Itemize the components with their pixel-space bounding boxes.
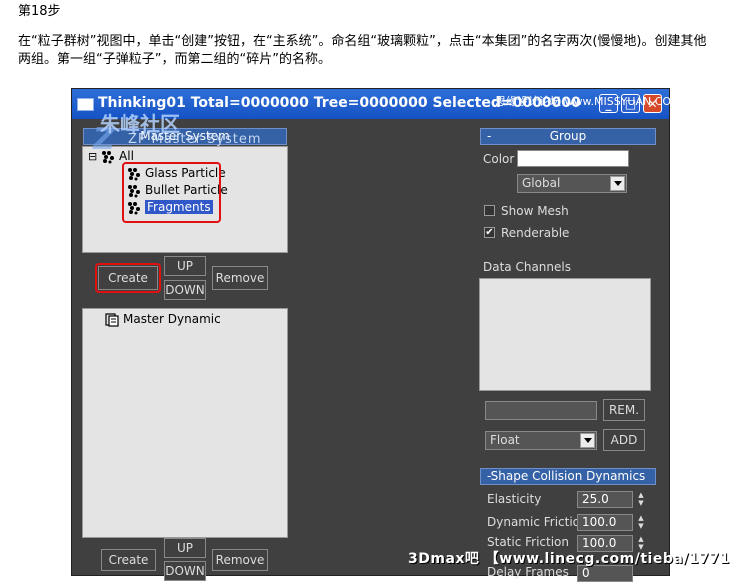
up-dynamic-button[interactable]: UP	[164, 538, 206, 558]
add-button[interactable]: ADD	[603, 429, 645, 451]
step-heading: 第18步	[18, 4, 61, 19]
show-mesh-label: Show Mesh	[501, 204, 569, 218]
rollout-toggle[interactable]: -	[487, 469, 491, 484]
remove-button[interactable]: Remove	[212, 266, 268, 290]
dynamic-icon	[105, 312, 119, 327]
data-channels-list[interactable]	[479, 278, 651, 391]
show-mesh-checkbox[interactable]	[484, 205, 495, 216]
tree-item-master-dynamic[interactable]: Master Dynamic	[105, 312, 221, 327]
dynamic-friction-label: Dynamic Friction	[487, 515, 588, 529]
chevron-down-icon[interactable]	[580, 433, 595, 448]
color-swatch[interactable]	[517, 150, 629, 167]
rem-button[interactable]: REM.	[603, 399, 645, 421]
linecg-watermark: 3Dmax吧 【www.linecg.com/tieba/1771】	[408, 551, 731, 567]
remove-dynamic-button[interactable]: Remove	[212, 549, 268, 571]
down-dynamic-button[interactable]: DOWN	[164, 561, 206, 581]
global-select-value: Global	[522, 176, 561, 190]
up-button[interactable]: UP	[164, 256, 206, 276]
group-rollout-header[interactable]: - Group	[480, 128, 656, 145]
tree-item-label: Master Dynamic	[123, 312, 221, 326]
chevron-down-icon[interactable]	[610, 176, 625, 191]
annotation-highlight-create	[95, 263, 161, 293]
instruction-text: 在“粒子群树”视图中，单击“创建”按钮，在“主系统”。命名组“玻璃颗粒”，点击“…	[18, 34, 707, 67]
elasticity-spinner[interactable]: 25.0	[577, 491, 633, 508]
static-friction-label: Static Friction	[487, 535, 570, 549]
missyuan-watermark: 思缘设计论坛 www.MISSYUAN.COM	[495, 95, 681, 108]
elasticity-label: Elasticity	[487, 492, 542, 506]
dynamics-tree-list[interactable]: Master Dynamic	[82, 308, 288, 538]
renderable-checkbox[interactable]: ✔	[484, 227, 495, 238]
create-dynamic-button[interactable]: Create	[101, 549, 156, 571]
zf-master-watermark: ZF Master System	[128, 132, 262, 147]
tree-root-label: All	[119, 149, 134, 163]
channel-type-value: Float	[490, 433, 520, 447]
collision-rollout-header[interactable]: - Shape Collision Dynamics	[480, 468, 656, 485]
channel-name-input[interactable]	[485, 401, 597, 420]
renderable-label: Renderable	[501, 226, 570, 240]
global-select[interactable]: Global	[517, 174, 627, 193]
rollout-toggle[interactable]: -	[487, 129, 491, 144]
channel-type-select[interactable]: Float	[485, 431, 597, 450]
spinner-arrows-icon[interactable]: ▲ ▼	[636, 491, 646, 508]
annotation-highlight-groups	[122, 162, 221, 223]
data-channels-label: Data Channels	[483, 260, 571, 274]
spinner-arrows-icon[interactable]: ▲ ▼	[636, 514, 646, 531]
dynamic-friction-spinner[interactable]: 100.0	[577, 514, 633, 531]
rollout-title: Shape Collision Dynamics	[490, 469, 646, 483]
color-label: Color	[483, 152, 515, 166]
down-button[interactable]: DOWN	[164, 280, 206, 300]
window-icon	[77, 98, 94, 111]
rollout-title: Group	[549, 129, 587, 143]
